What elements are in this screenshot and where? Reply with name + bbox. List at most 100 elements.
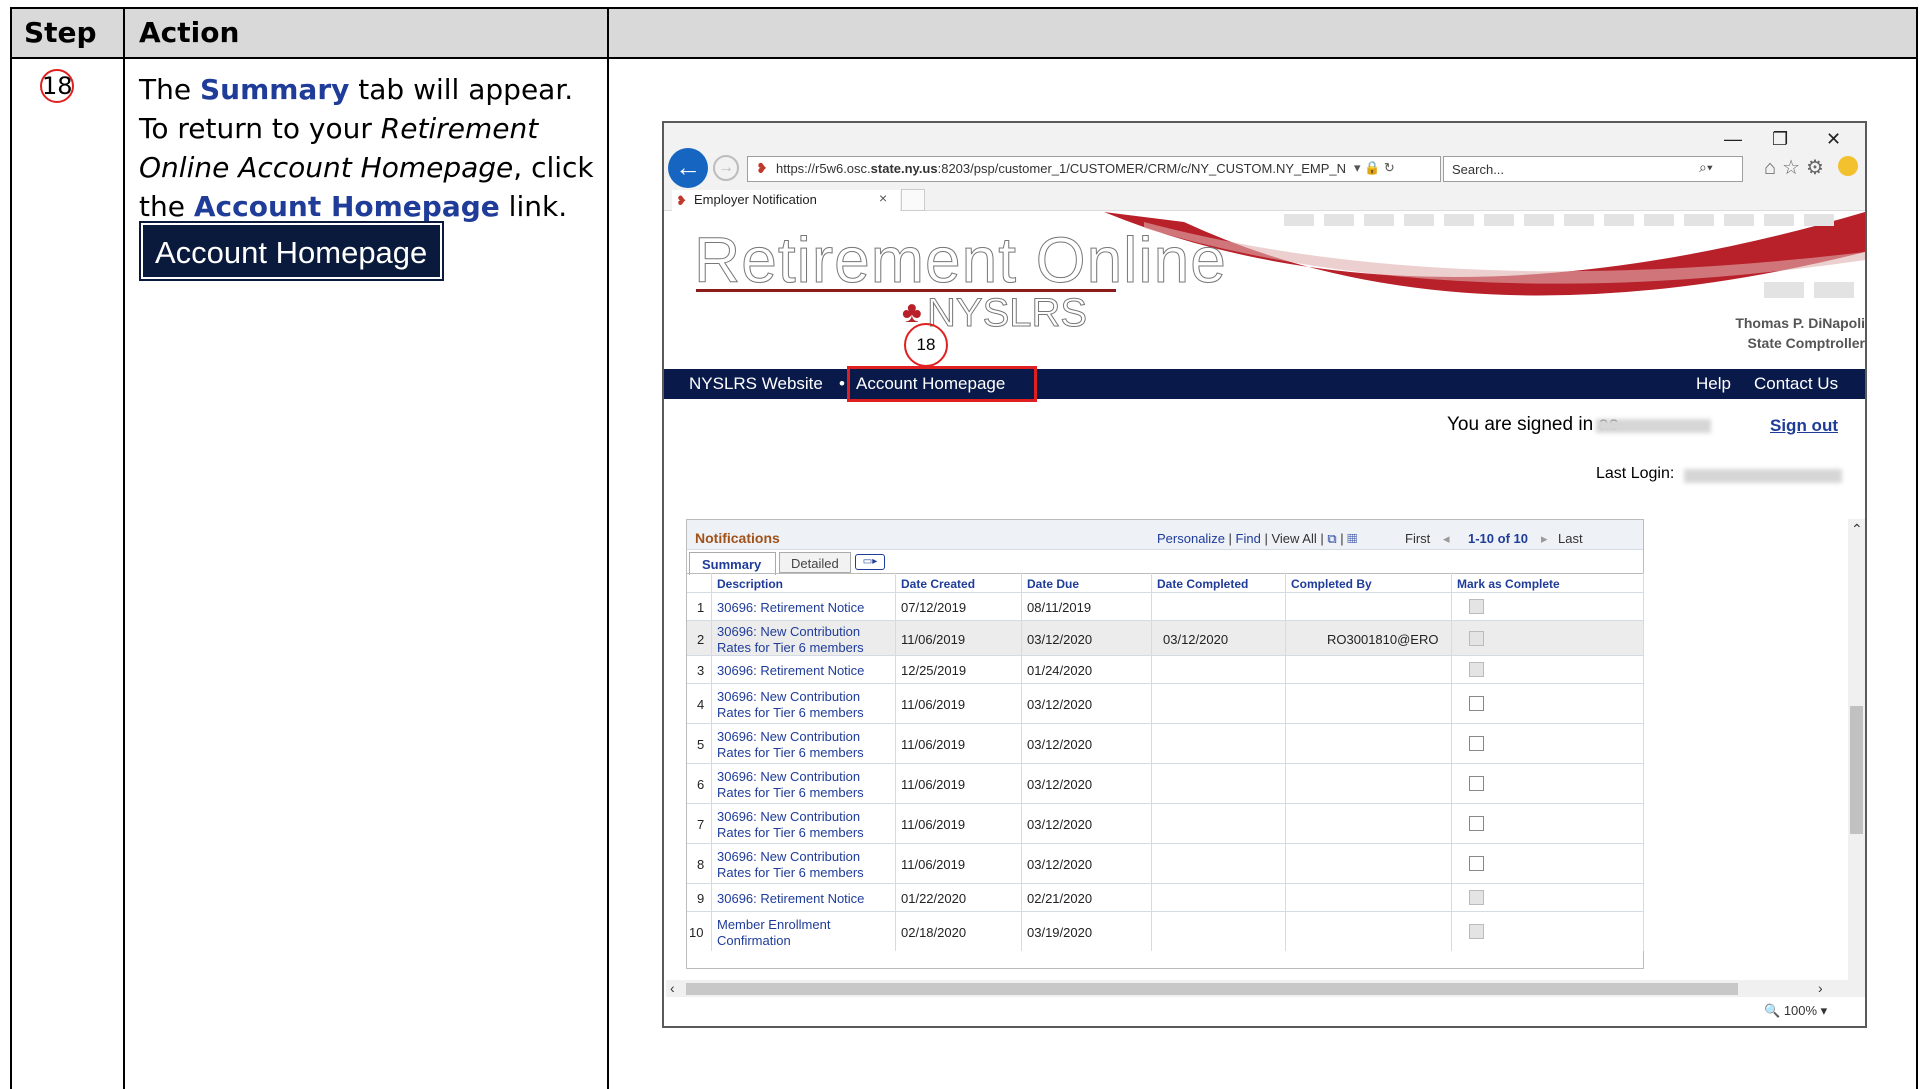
vertical-scroll-thumb[interactable] [1850,706,1863,834]
nav-help[interactable]: Help [1696,374,1731,394]
row-number: 4 [697,697,705,712]
description-link[interactable]: 30696: New Contribution Rates for Tier 6 … [717,769,864,801]
tab-detailed[interactable]: Detailed [779,552,851,573]
action-text-line: Online Account Homepage, click [139,151,594,184]
horizontal-scroll-thumb[interactable] [686,983,1738,995]
restore-icon[interactable]: ❐ [1772,129,1788,150]
scroll-up-icon[interactable]: ⌃ [1851,521,1863,538]
zoom-level[interactable]: 🔍 100% ▾ [1764,1003,1827,1019]
browser-search-input[interactable]: Search... [1443,156,1743,182]
mark-complete-checkbox[interactable] [1469,776,1484,791]
search-icon[interactable]: ⌕▾ [1699,159,1713,176]
view-all-link[interactable]: View All [1271,531,1316,546]
next-arrow-icon[interactable]: ▸ [1541,531,1548,547]
back-arrow-icon[interactable]: ← [668,148,708,188]
mark-complete-checkbox[interactable] [1469,924,1484,939]
nav-separator: • [839,374,845,393]
description-link[interactable]: Member Enrollment Confirmation [717,917,830,949]
summary-term: Summary [199,73,350,106]
row-number: 3 [697,663,705,678]
tab-summary[interactable]: Summary [689,552,776,575]
prev-arrow-icon[interactable]: ◂ [1443,531,1450,547]
last-login-label: Last Login: [1596,465,1675,482]
home-star-gear-icons[interactable]: ⌂☆⚙ [1764,155,1830,180]
step-number: 18 [40,69,74,103]
description-link[interactable]: 30696: Retirement Notice [717,663,864,679]
column-divider [607,7,609,1089]
column-header[interactable]: Date Created [901,577,975,591]
mark-complete-checkbox[interactable] [1469,662,1484,677]
nav-contact-us[interactable]: Contact Us [1754,374,1838,394]
row-number: 2 [697,632,705,647]
new-tab-button[interactable] [901,189,925,211]
table-row: 4 30696: New Contribution Rates for Tier 6… [687,683,1643,723]
mark-complete-checkbox[interactable] [1469,890,1484,905]
table-row: 5 30696: New Contribution Rates for Tier 6… [687,723,1643,763]
description-line: 30696: New Contribution [717,729,861,744]
row-number: 9 [697,891,705,906]
close-icon[interactable]: ✕ [1826,129,1841,150]
description-line: Rates for Tier 6 members [717,865,864,880]
description-line: Rates for Tier 6 members [717,705,864,720]
smiley-icon[interactable] [1838,156,1858,176]
download-icon[interactable]: ▦ [1347,531,1357,546]
description-link[interactable]: 30696: Retirement Notice [717,600,864,616]
find-link[interactable]: Find [1236,531,1261,546]
column-header[interactable]: Description [717,577,783,591]
description-link[interactable]: 30696: New Contribution Rates for Tier 6 … [717,624,864,656]
scroll-left-icon[interactable]: ‹ [670,980,675,996]
row-number: 5 [697,737,705,752]
forward-arrow-icon[interactable]: → [713,155,739,181]
show-all-columns-icon[interactable]: ▭▸ [855,554,885,570]
personalize-link[interactable]: Personalize [1157,531,1225,546]
action-text-line: the Account Homepage link. [139,190,568,223]
date-due: 02/21/2020 [1027,891,1093,906]
action-text-line: The Summary tab will appear. [139,73,574,106]
date-created: 11/06/2019 [901,697,966,712]
column-divider [123,7,125,1089]
retirement-online-logo: Retirement Online [694,224,1227,297]
date-due: 03/12/2020 [1027,697,1093,712]
description-link[interactable]: 30696: New Contribution Rates for Tier 6 … [717,849,864,881]
description-line: Rates for Tier 6 members [717,745,864,760]
column-header[interactable]: Completed By [1291,577,1372,591]
mark-complete-checkbox[interactable] [1469,631,1484,646]
description-link[interactable]: 30696: New Contribution Rates for Tier 6 … [717,729,864,761]
scroll-right-icon[interactable]: › [1818,980,1823,996]
date-due: 08/11/2019 [1027,600,1092,615]
date-due: 03/12/2020 [1027,737,1093,752]
mark-complete-checkbox[interactable] [1469,856,1484,871]
lock-refresh-icon[interactable]: ▾ 🔒 ↻ [1354,160,1395,176]
table-row: 6 30696: New Contribution Rates for Tier 6… [687,763,1643,803]
nav-nyslrs-website[interactable]: NYSLRS Website [689,374,823,394]
column-divider [1643,573,1644,951]
mark-complete-checkbox[interactable] [1469,599,1484,614]
tab-favicon-icon: ❥ [676,193,687,208]
site-favicon-icon: ❥ [756,160,768,176]
browser-tab[interactable]: Employer Notification [672,190,900,212]
minimize-icon[interactable]: — [1724,129,1742,150]
table-row: 9 30696: Retirement Notice 01/22/2020 02/21… [687,883,1643,911]
tab-close-icon[interactable]: × [879,190,887,206]
description-link[interactable]: 30696: Retirement Notice [717,891,864,907]
signed-in-label: You are signed in as [1447,414,1619,435]
row-number: 8 [697,857,705,872]
description-line: 30696: Retirement Notice [717,891,865,906]
first-link[interactable]: First [1405,531,1430,546]
row-number: 1 [697,600,705,615]
description-link[interactable]: 30696: New Contribution Rates for Tier 6 … [717,809,864,841]
column-header[interactable]: Date Completed [1157,577,1248,591]
account-homepage-button-image: Account Homepage [139,221,444,281]
table-row: 8 30696: New Contribution Rates for Tier 6… [687,843,1643,883]
description-link[interactable]: 30696: New Contribution Rates for Tier 6 … [717,689,864,721]
mark-complete-checkbox[interactable] [1469,696,1484,711]
mark-complete-checkbox[interactable] [1469,736,1484,751]
column-header[interactable]: Date Due [1027,577,1079,591]
column-header[interactable]: Mark as Complete [1457,577,1560,591]
last-link[interactable]: Last [1558,531,1583,546]
address-bar[interactable]: https://r5w6.osc.state.ny.us:8203/psp/cu… [747,156,1441,182]
date-due: 03/19/2020 [1027,925,1093,940]
zoom-grid-icon[interactable]: ⧉ [1327,531,1336,546]
mark-complete-checkbox[interactable] [1469,816,1484,831]
sign-out-link[interactable]: Sign out [1770,416,1838,436]
